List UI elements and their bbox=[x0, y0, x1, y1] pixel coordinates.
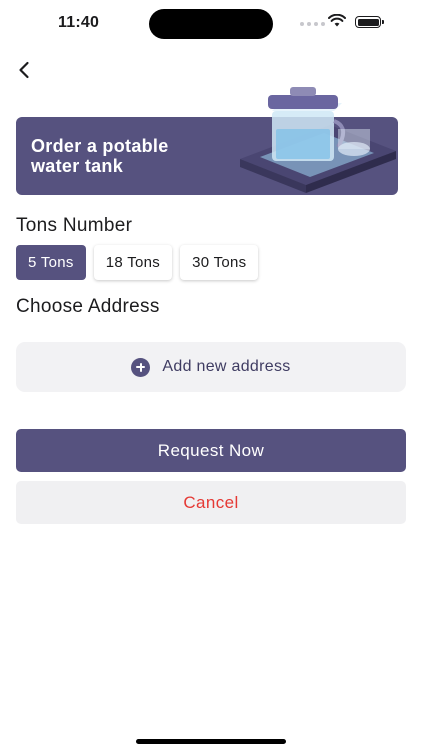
banner-title-line-2: water tank bbox=[31, 156, 124, 176]
chevron-left-icon bbox=[19, 61, 29, 79]
banner-title-line-1: Order a potable bbox=[31, 136, 169, 156]
tons-number-label: Tons Number bbox=[16, 215, 133, 236]
plus-circle-icon bbox=[131, 357, 151, 377]
tons-option-18[interactable]: 18 Tons bbox=[93, 245, 173, 280]
add-new-address-label: Add new address bbox=[162, 358, 291, 375]
banner-title: Order a potable water tank bbox=[31, 136, 231, 176]
cancel-button[interactable]: Cancel bbox=[16, 481, 406, 524]
choose-address-label: Choose Address bbox=[16, 296, 160, 317]
tons-option-30[interactable]: 30 Tons bbox=[180, 245, 259, 280]
home-indicator[interactable] bbox=[136, 739, 286, 744]
battery-icon bbox=[355, 16, 384, 28]
water-tank-illustration bbox=[240, 87, 396, 193]
request-now-button[interactable]: Request Now bbox=[16, 429, 406, 472]
add-new-address-button[interactable]: Add new address bbox=[16, 342, 406, 392]
status-time: 11:40 bbox=[58, 14, 100, 31]
back-button[interactable] bbox=[10, 56, 38, 84]
tons-options: 5 Tons 18 Tons 30 Tons bbox=[16, 245, 259, 280]
dynamic-island bbox=[149, 9, 273, 39]
wifi-icon bbox=[328, 14, 346, 27]
tons-option-5[interactable]: 5 Tons bbox=[16, 245, 86, 280]
cellular-signal-icon bbox=[300, 22, 325, 26]
order-water-tank-banner: Order a potable water tank bbox=[16, 87, 398, 195]
status-bar: 11:40 bbox=[0, 0, 422, 48]
